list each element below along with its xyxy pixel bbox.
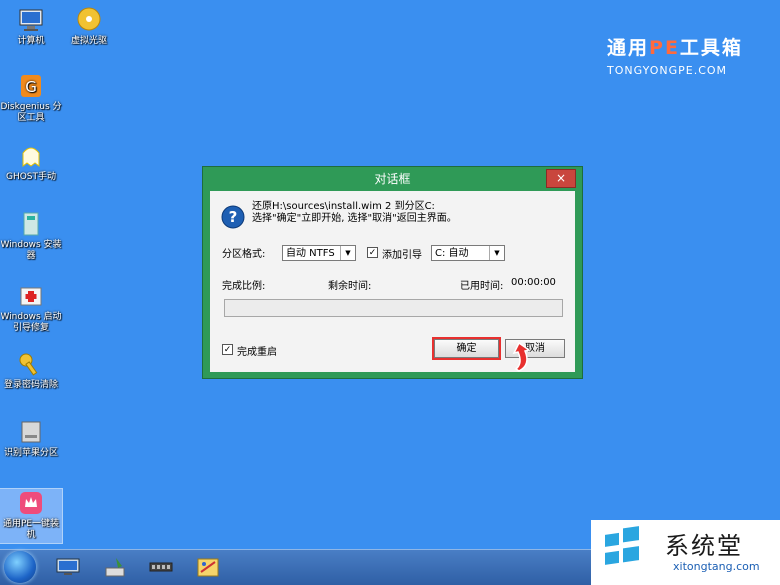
question-icon: ? xyxy=(221,205,245,229)
dialog-message: 还原H:\sources\install.wim 2 到分区C: 选择"确定"立… xyxy=(252,201,457,225)
restart-checkbox[interactable]: ✓ xyxy=(222,344,233,355)
brand-pe: PE xyxy=(649,37,680,59)
format-select[interactable]: 自动 NTFS ▼ xyxy=(282,245,356,261)
progress-bar xyxy=(224,299,563,317)
message-line-2: 选择"确定"立即开始, 选择"取消"返回主界面。 xyxy=(252,213,457,224)
windows-logo-icon xyxy=(605,526,639,565)
watermark-url: xitongtang.com xyxy=(673,560,760,573)
watermark-name: 系统堂 xyxy=(665,532,743,560)
memory-chip-icon[interactable] xyxy=(148,556,174,578)
windows-installer-icon xyxy=(23,212,39,236)
add-boot-checkbox[interactable]: ✓ xyxy=(367,247,378,258)
boot-target-value: C: 自动 xyxy=(435,248,469,259)
toolbox-icon[interactable] xyxy=(195,556,221,578)
ghost-icon xyxy=(22,147,40,167)
red-arrow-icon xyxy=(512,341,531,372)
desktop-icon-label: Windows 安装器 xyxy=(0,240,62,261)
chevron-down-icon: ▼ xyxy=(340,246,355,260)
desktop-icon-boot-repair[interactable]: Windows 启动引导修复 xyxy=(0,282,62,334)
desktop-icon-windows-installer[interactable]: Windows 安装器 xyxy=(0,210,62,262)
boot-target-select[interactable]: C: 自动 ▼ xyxy=(431,245,505,261)
monitor-icon[interactable] xyxy=(55,556,81,578)
onekey-install-icon xyxy=(20,492,42,514)
desktop-icon-label: 计算机 xyxy=(17,36,45,46)
dialog-titlebar[interactable]: 对话框 × xyxy=(203,167,582,191)
desktop-icon-apple-partition[interactable]: 识别苹果分区 xyxy=(0,418,62,459)
apple-partition-icon xyxy=(21,421,41,443)
desktop-icon-label: 通用PE一键装机 xyxy=(2,519,60,540)
diskgenius-icon: G xyxy=(21,75,41,97)
boot-repair-icon xyxy=(20,287,42,306)
desktop-icon-onekey-install[interactable]: 通用PE一键装机 xyxy=(0,488,63,544)
progress-label: 完成比例: xyxy=(222,281,266,292)
format-label: 分区格式: xyxy=(222,249,266,260)
desktop-icon-label: GHOST手动 xyxy=(5,172,57,182)
desktop-icon-label: Windows 启动引导修复 xyxy=(0,312,62,333)
desktop-icon-ghost[interactable]: GHOST手动 xyxy=(0,142,62,183)
restore-dialog: 对话框 × ? 还原H:\sources\install.wim 2 到分区C:… xyxy=(203,167,582,378)
desktop-icon-virtual-drive[interactable]: 虚拟光驱 xyxy=(58,6,120,47)
restart-label: 完成重启 xyxy=(237,347,277,358)
brand-url: TONGYONGPE.COM xyxy=(607,64,728,77)
desktop-icon-label: 识别苹果分区 xyxy=(3,448,58,458)
message-line-1: 还原H:\sources\install.wim 2 到分区C: xyxy=(252,201,435,212)
desktop-icon-label: 登录密码清除 xyxy=(3,380,58,390)
add-boot-label: 添加引导 xyxy=(382,250,422,261)
key-icon xyxy=(19,353,38,376)
cleanup-icon[interactable] xyxy=(102,556,128,578)
format-value: 自动 NTFS xyxy=(286,248,335,259)
dialog-body: ? 还原H:\sources\install.wim 2 到分区C: 选择"确定… xyxy=(210,191,575,372)
desktop-icon-password-clear[interactable]: 登录密码清除 xyxy=(0,350,62,391)
desktop-icon-label: Diskgenius 分区工具 xyxy=(0,102,62,123)
svg-text:?: ? xyxy=(229,208,238,226)
desktop-icon-computer[interactable]: 计算机 xyxy=(0,6,62,47)
cd-drive-icon xyxy=(77,7,101,31)
elapsed-label: 已用时间: xyxy=(460,281,504,292)
desktop-icon-label: 虚拟光驱 xyxy=(70,36,107,46)
start-button[interactable] xyxy=(4,551,36,583)
ok-button[interactable]: 确定 xyxy=(432,337,501,360)
elapsed-value: 00:00:00 xyxy=(511,277,556,288)
brand-right: 工具箱 xyxy=(679,37,743,59)
desktop-icon-diskgenius[interactable]: G Diskgenius 分区工具 xyxy=(0,72,62,124)
brand-left: 通用 xyxy=(607,37,650,59)
brand-logo: 通用PE工具箱 TONGYONGPE.COM xyxy=(607,33,743,77)
close-button[interactable]: × xyxy=(546,169,576,188)
computer-icon xyxy=(19,9,43,31)
dialog-title: 对话框 xyxy=(374,172,411,186)
svg-text:G: G xyxy=(25,78,37,96)
remaining-label: 剩余时间: xyxy=(328,281,372,292)
chevron-down-icon: ▼ xyxy=(489,246,504,260)
watermark: 系统堂 xitongtang.com xyxy=(591,520,780,585)
